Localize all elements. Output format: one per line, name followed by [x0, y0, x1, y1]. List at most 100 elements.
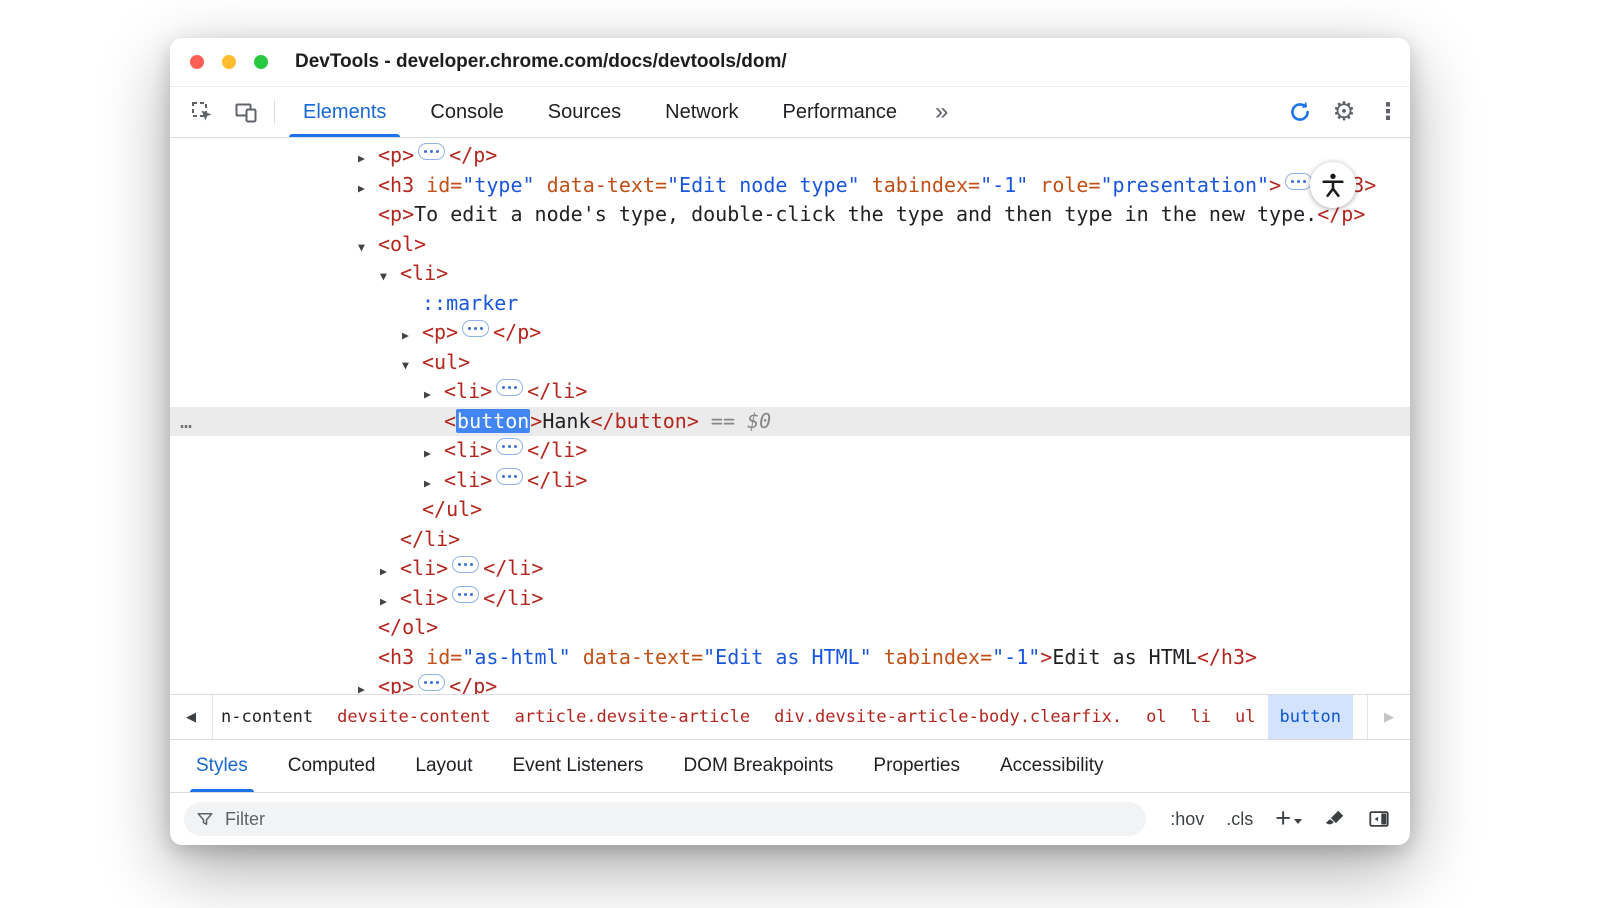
toggle-sidebar-icon[interactable] [1368, 808, 1390, 830]
disclosure-triangle[interactable]: ▶ [380, 587, 400, 617]
disclosure-triangle[interactable]: ▼ [380, 262, 400, 292]
dom-tree-row[interactable]: ▶<li></li> [170, 377, 1410, 407]
ellipsis-expand-button[interactable] [418, 143, 445, 160]
tab-sources[interactable]: Sources [526, 87, 643, 137]
code-token-tag: <p> [378, 143, 414, 167]
devtools-window: DevTools - developer.chrome.com/docs/dev… [170, 38, 1410, 845]
dom-tree-row[interactable]: ▶<p></p> [170, 318, 1410, 348]
sidebar-tab-accessibility[interactable]: Accessibility [980, 740, 1123, 792]
close-window-button[interactable] [190, 55, 204, 69]
sidebar-tab-computed[interactable]: Computed [268, 740, 396, 792]
dom-tree-row[interactable]: <h3 id="as-html" data-text="Edit as HTML… [170, 643, 1410, 673]
disclosure-triangle[interactable]: ▶ [380, 557, 400, 587]
ellipsis-expand-button[interactable] [452, 586, 479, 603]
dom-tree-row[interactable]: ▶<li></li> [170, 466, 1410, 496]
sidebar-tab-event-listeners[interactable]: Event Listeners [492, 740, 663, 792]
disclosure-triangle[interactable]: ▶ [358, 174, 378, 204]
dom-tree-row[interactable]: ▶<li></li> [170, 584, 1410, 614]
breadcrumb-item-article-devsite-article[interactable]: article.devsite-article [503, 695, 762, 739]
dom-tree-row-selected[interactable]: …<button>Hank</button> == $0 [170, 407, 1410, 437]
ellipsis-expand-button[interactable] [496, 438, 523, 455]
breadcrumb-item-devsite-content[interactable]: devsite-content [325, 695, 503, 739]
element-classes-button[interactable]: .cls [1226, 809, 1253, 830]
code-token-attr: data-text= [535, 173, 667, 197]
code-token-tag: <li> [400, 586, 448, 610]
dom-tree-row[interactable]: ▶<li> </li> [170, 554, 1410, 584]
code-token-attr: tabindex= [872, 645, 992, 669]
code-token-attr: tabindex= [860, 173, 980, 197]
new-style-rule-button[interactable]: + [1275, 808, 1302, 828]
code-token-text: To edit a node's type, double-click the … [414, 202, 1317, 226]
disclosure-triangle[interactable]: ▶ [424, 469, 444, 499]
disclosure-triangle[interactable]: ▶ [358, 675, 378, 694]
dom-tree-row[interactable]: </li> [170, 525, 1410, 555]
ellipsis-expand-button[interactable] [452, 556, 479, 573]
code-token-tag: <li> [400, 261, 448, 285]
sidebar-tab-properties[interactable]: Properties [853, 740, 980, 792]
device-toolbar-icon[interactable] [224, 87, 268, 137]
dom-tree-row[interactable]: </ol> [170, 613, 1410, 643]
sidebar-tab-layout[interactable]: Layout [395, 740, 492, 792]
filter-input-container [184, 802, 1146, 836]
tab-console[interactable]: Console [408, 87, 525, 137]
dom-tree-row[interactable]: <p>To edit a node's type, double-click t… [170, 200, 1410, 230]
code-token-tag: <li> [400, 556, 448, 580]
code-token-val: "Edit node type" [667, 173, 860, 197]
breadcrumb-item-n-content[interactable]: n-content [217, 695, 325, 739]
breadcrumb-item-li[interactable]: li [1179, 695, 1223, 739]
ellipsis-expand-button[interactable] [418, 674, 445, 691]
breadcrumb-item-button[interactable]: button [1268, 695, 1353, 739]
breadcrumb-item-ol[interactable]: ol [1134, 695, 1178, 739]
breadcrumb-item-ul[interactable]: ul [1223, 695, 1267, 739]
kebab-menu-icon[interactable]: ⋮ [1366, 87, 1410, 137]
ellipsis-expand-button[interactable] [496, 468, 523, 485]
dom-tree-row[interactable]: ▼<li> [170, 259, 1410, 289]
ellipsis-expand-button[interactable] [462, 320, 489, 337]
dom-tree-row[interactable]: ▶<p></p> [170, 141, 1410, 171]
dom-tree-row[interactable]: ▼<ul> [170, 348, 1410, 378]
tab-network[interactable]: Network [643, 87, 760, 137]
row-options-ellipsis[interactable]: … [180, 407, 193, 437]
sidebar-tab-styles[interactable]: Styles [176, 740, 268, 792]
ellipsis-expand-button[interactable] [496, 379, 523, 396]
code-token-val: "presentation" [1101, 173, 1270, 197]
code-token-text: Edit as HTML [1052, 645, 1197, 669]
traffic-lights [190, 55, 268, 69]
minimize-window-button[interactable] [222, 55, 236, 69]
accessibility-person-button[interactable] [1310, 162, 1356, 208]
filter-input[interactable] [223, 808, 1134, 831]
disclosure-triangle[interactable]: ▶ [358, 144, 378, 174]
code-token-ref: $0 [747, 409, 771, 433]
sync-reload-icon[interactable] [1278, 87, 1322, 137]
toggle-element-state-button[interactable]: :hov [1170, 809, 1204, 830]
code-token-sel: button [456, 409, 530, 433]
dom-tree-row[interactable]: </ul> [170, 495, 1410, 525]
code-token-text: Hank [542, 409, 590, 433]
dom-tree-row[interactable]: ▶<p></p> [170, 672, 1410, 694]
settings-gear-icon[interactable]: ⚙ [1322, 87, 1366, 137]
inspect-element-icon[interactable] [180, 87, 224, 137]
disclosure-triangle[interactable]: ▼ [358, 233, 378, 263]
rendering-brush-icon[interactable] [1324, 808, 1346, 830]
sidebar-tab-dom-breakpoints[interactable]: DOM Breakpoints [663, 740, 853, 792]
styles-toolbar-right: :hov .cls + [1160, 808, 1396, 830]
dom-tree-row[interactable]: ::marker [170, 289, 1410, 319]
disclosure-triangle[interactable]: ▼ [402, 351, 422, 381]
disclosure-triangle[interactable]: ▶ [424, 380, 444, 410]
dom-tree-row[interactable]: ▶<h3 id="type" data-text="Edit node type… [170, 171, 1410, 201]
zoom-window-button[interactable] [254, 55, 268, 69]
code-token-tag: <li> [444, 468, 492, 492]
breadcrumb-item-div-devsite-article-body-clearfix-[interactable]: div.devsite-article-body.clearfix. [762, 695, 1134, 739]
dom-tree-row[interactable]: ▼<ol> [170, 230, 1410, 260]
tab-elements[interactable]: Elements [281, 87, 408, 137]
more-tabs-button[interactable]: » [919, 87, 964, 137]
disclosure-triangle[interactable]: ▶ [424, 439, 444, 469]
code-token-tag: </ol> [378, 615, 438, 639]
breadcrumb-scroll-right[interactable]: ▶ [1367, 695, 1410, 739]
disclosure-triangle[interactable]: ▶ [402, 321, 422, 351]
breadcrumb-scroll-left[interactable]: ◀ [170, 695, 213, 739]
dom-tree-row[interactable]: ▶<li></li> [170, 436, 1410, 466]
code-token-tag: </li> [483, 556, 543, 580]
ellipsis-expand-button[interactable] [1285, 173, 1312, 190]
tab-performance[interactable]: Performance [761, 87, 920, 137]
